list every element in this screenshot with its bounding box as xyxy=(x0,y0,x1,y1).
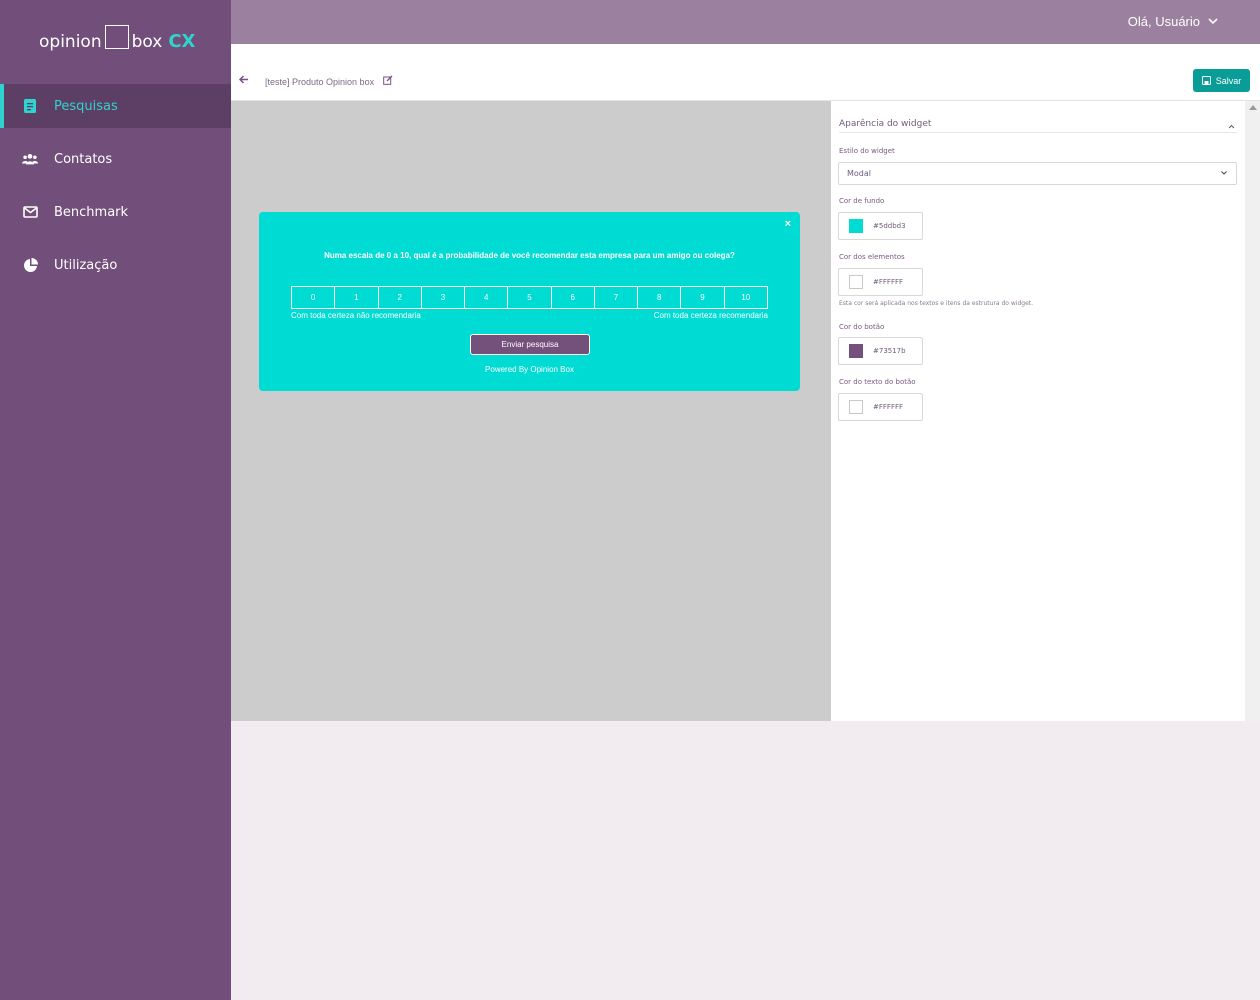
logo-word-box: box xyxy=(131,32,163,52)
nps-scale: 0 1 2 3 4 5 6 7 8 9 10 xyxy=(291,286,768,309)
button-text-color-swatch xyxy=(849,400,863,414)
sidebar-item-label: Utilização xyxy=(54,257,118,273)
style-label: Estilo do widget xyxy=(839,147,895,155)
users-icon xyxy=(22,151,38,167)
nps-widget-modal: × Numa escala de 0 a 10, qual é a probab… xyxy=(259,212,800,391)
nps-option-5[interactable]: 5 xyxy=(508,287,552,308)
scale-high-label: Com toda certeza recomendaria xyxy=(653,311,768,320)
user-menu[interactable]: Olá, Usuário xyxy=(1128,14,1218,29)
button-color-picker[interactable]: #73517b xyxy=(838,337,923,365)
button-color-label: Cor do botão xyxy=(839,323,885,331)
editor-toolbar: [teste] Produto Opinion box Salvar xyxy=(231,44,1260,101)
close-icon[interactable]: × xyxy=(785,218,791,230)
sidebar-item-utilizacao[interactable]: Utilização xyxy=(0,243,231,287)
sidebar-item-label: Contatos xyxy=(54,151,113,167)
widget-preview-area: × Numa escala de 0 a 10, qual é a probab… xyxy=(231,101,831,721)
submit-survey-button[interactable]: Enviar pesquisa xyxy=(470,334,590,355)
sidebar-item-benchmark[interactable]: Benchmark xyxy=(0,190,231,234)
chevron-down-icon xyxy=(1221,171,1227,175)
nps-option-3[interactable]: 3 xyxy=(422,287,466,308)
sidebar: opinion box CX Pesquisas Contatos Benchm… xyxy=(0,0,231,1000)
nps-option-6[interactable]: 6 xyxy=(552,287,595,308)
scale-low-label: Com toda certeza não recomendaria xyxy=(291,311,421,320)
logo-box-shape xyxy=(104,25,129,49)
button-text-color-value: #FFFFFF xyxy=(873,403,904,411)
elements-color-swatch xyxy=(849,275,863,289)
chevron-down-icon xyxy=(1208,18,1218,25)
button-text-color-label: Cor do texto do botão xyxy=(839,378,916,386)
bg-color-swatch xyxy=(849,219,863,233)
sidebar-item-contatos[interactable]: Contatos xyxy=(0,137,231,181)
elements-color-label: Cor dos elementos xyxy=(839,253,905,261)
pie-chart-icon xyxy=(22,257,38,273)
top-bar: Olá, Usuário xyxy=(231,0,1260,44)
survey-title: [teste] Produto Opinion box xyxy=(265,77,375,87)
bg-color-label: Cor de fundo xyxy=(839,197,885,205)
appearance-panel: Aparência do widget Estilo do widget Mod… xyxy=(831,101,1245,721)
nps-question: Numa escala de 0 a 10, qual é a probabil… xyxy=(324,251,735,260)
widget-style-select[interactable]: Modal xyxy=(838,162,1237,185)
sidebar-item-pesquisas[interactable]: Pesquisas xyxy=(0,84,231,128)
powered-by: Powered By Opinion Box xyxy=(485,365,574,374)
button-color-value: #73517b xyxy=(873,347,906,355)
widget-style-value: Modal xyxy=(847,169,871,178)
save-label: Salvar xyxy=(1215,75,1242,86)
section-appearance-header[interactable]: Aparência do widget xyxy=(839,119,1237,133)
save-icon xyxy=(1201,76,1211,85)
nps-option-0[interactable]: 0 xyxy=(292,287,336,308)
back-arrow-icon[interactable] xyxy=(239,75,249,84)
nps-option-8[interactable]: 8 xyxy=(638,287,682,308)
sidebar-item-label: Pesquisas xyxy=(54,98,118,114)
bg-color-value: #5ddbd3 xyxy=(873,222,906,230)
edit-icon[interactable] xyxy=(383,75,393,85)
button-color-swatch xyxy=(849,344,863,358)
nps-option-9[interactable]: 9 xyxy=(681,287,725,308)
scroll-up-arrow-icon[interactable] xyxy=(1249,105,1257,110)
mail-icon xyxy=(22,204,38,220)
user-greeting: Olá, Usuário xyxy=(1127,14,1200,29)
nps-option-10[interactable]: 10 xyxy=(725,287,767,308)
nps-option-7[interactable]: 7 xyxy=(595,287,639,308)
nps-option-1[interactable]: 1 xyxy=(335,287,379,308)
logo[interactable]: opinion box CX xyxy=(39,18,195,52)
survey-icon xyxy=(22,98,38,114)
panel-scrollbar[interactable] xyxy=(1245,101,1260,721)
bg-color-picker[interactable]: #5ddbd3 xyxy=(838,212,923,240)
nps-option-4[interactable]: 4 xyxy=(465,287,509,308)
save-button[interactable]: Salvar xyxy=(1193,69,1250,92)
elements-color-value: #FFFFFF xyxy=(873,278,904,286)
elements-color-hint: Esta cor será aplicada nos textos e iten… xyxy=(839,300,1034,307)
chevron-up-icon xyxy=(1228,124,1235,129)
nps-option-2[interactable]: 2 xyxy=(379,287,422,308)
section-title: Aparência do widget xyxy=(839,119,932,129)
button-text-color-picker[interactable]: #FFFFFF xyxy=(838,393,923,421)
logo-cx: CX xyxy=(168,31,196,52)
elements-color-picker[interactable]: #FFFFFF xyxy=(838,268,923,296)
sidebar-item-label: Benchmark xyxy=(54,204,129,220)
logo-word-opinion: opinion xyxy=(39,32,102,52)
sidebar-nav: Pesquisas Contatos Benchmark Utilização xyxy=(0,84,231,296)
